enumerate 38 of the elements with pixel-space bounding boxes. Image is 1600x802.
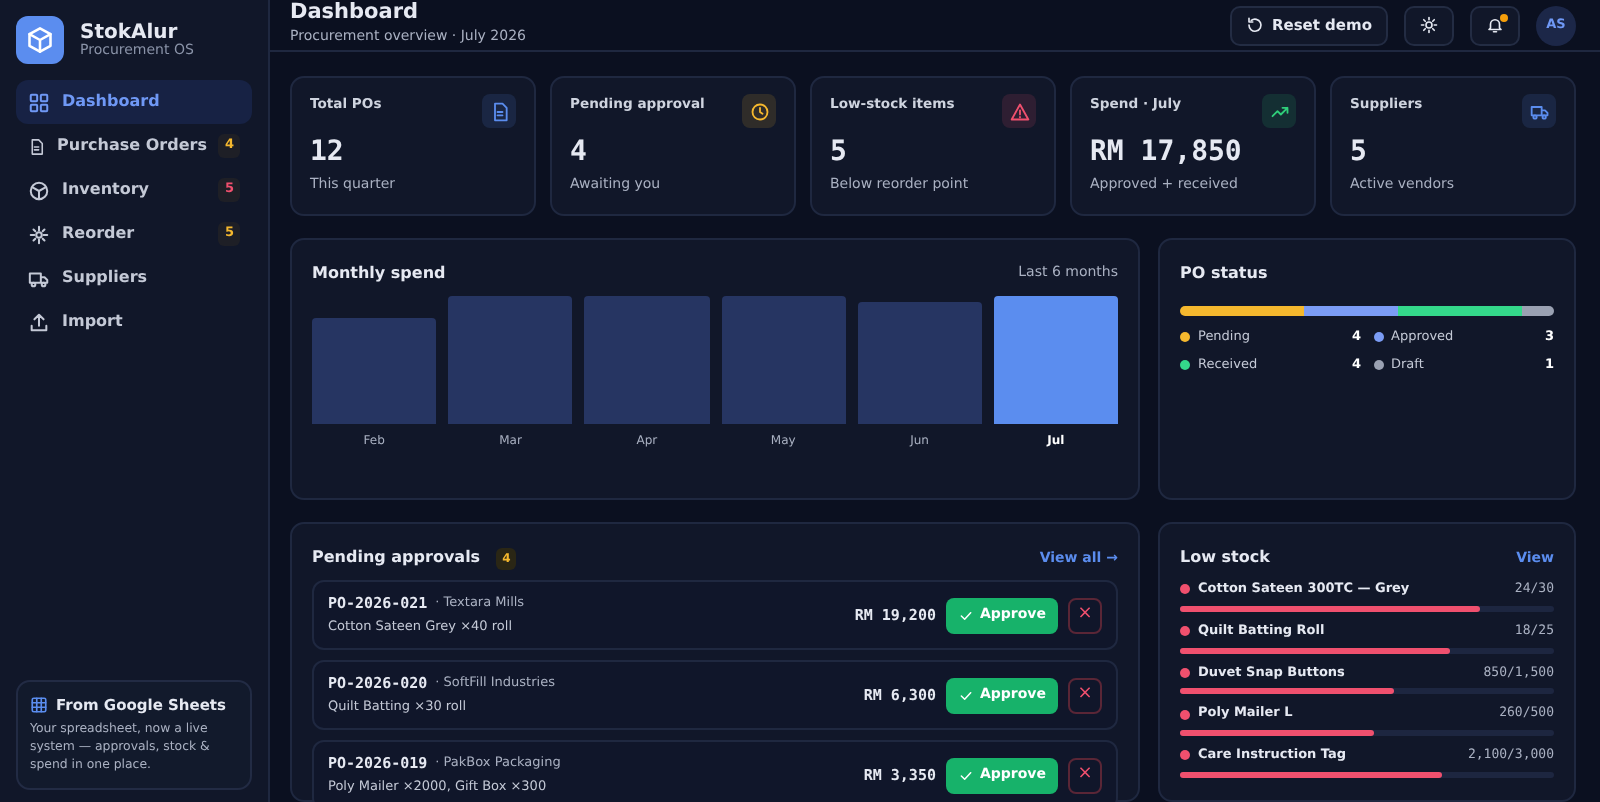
reject-button[interactable]: × [1068,677,1102,713]
refresh-icon [1245,16,1264,34]
bell-icon [1486,16,1504,34]
stat-value: 12 [310,138,346,169]
alert-dot [1180,626,1190,637]
alert-dot [1180,750,1190,761]
reject-button[interactable]: × [1068,597,1102,633]
page-title: Dashboard [290,2,421,27]
check-icon [957,687,974,703]
theme-toggle-button[interactable] [1404,5,1454,45]
check-icon [957,607,974,623]
panel-title: Pending approvals [312,546,481,570]
logo-icon [16,16,64,64]
stat-value: 5 [830,138,849,169]
stat-value: 4 [570,138,589,169]
alert-dot [1180,667,1190,678]
box-icon [28,179,50,201]
panel-title: PO status [1180,262,1270,286]
upload-icon [28,311,50,333]
reject-button[interactable]: × [1068,757,1102,793]
sidebar-item[interactable]: Import [16,300,252,344]
sidebar-item[interactable]: Dashboard [16,80,252,124]
alert-dot [1180,709,1190,720]
stat-value: RM 17,850 [1090,138,1244,169]
sun-icon [1420,16,1438,34]
alert-dot [1180,584,1190,595]
document-icon [28,135,46,157]
brand-name: StokAlur [80,21,178,44]
truck-icon [28,267,50,289]
grid-icon [28,91,50,113]
panel-title: Low stock [1180,546,1270,570]
panel-title: Monthly spend [312,262,446,286]
stat-value: 5 [1350,138,1369,169]
sparkle-icon [28,223,50,245]
check-icon [957,767,974,783]
sidebar-item[interactable]: Suppliers [16,256,252,300]
notifications-button[interactable] [1470,5,1520,45]
spreadsheet-icon [30,695,48,714]
